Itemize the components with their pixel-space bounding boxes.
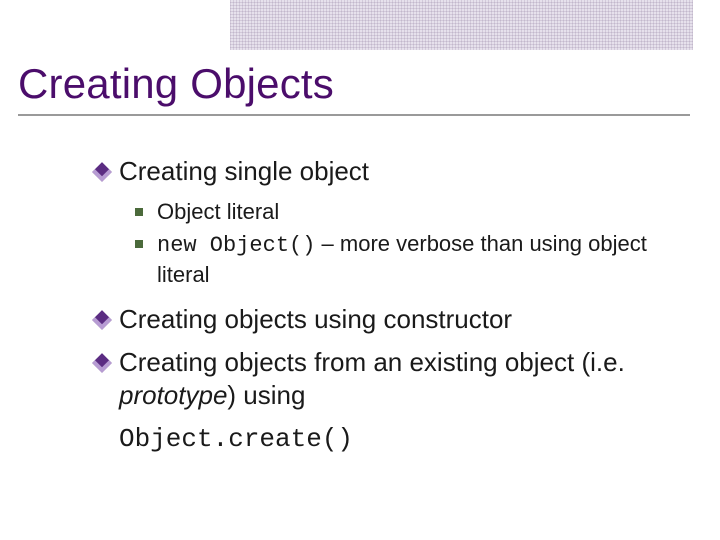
bullet-3-italic: prototype [119,380,227,410]
bullet-1: Creating single object [95,155,690,188]
sub-bullet-2: new Object() – more verbose than using o… [135,230,690,288]
title-underline [18,114,690,116]
bullet-3-text-a: Creating objects from an existing object… [119,347,625,377]
diamond-icon [92,353,112,373]
slide-title: Creating Objects [18,62,690,106]
bullet-1-text: Creating single object [119,156,369,186]
diamond-icon [92,310,112,330]
title-region: Creating Objects [18,62,690,116]
slide: Creating Objects Creating single object … [0,0,720,540]
bullet-3-text-b: ) using [227,380,305,410]
square-icon [135,240,143,248]
square-icon [135,208,143,216]
bullet-2: Creating objects using constructor [95,303,690,336]
decorative-strip [230,0,693,50]
sub-bullet-1-text: Object literal [157,199,279,224]
sub-bullet-1: Object literal [135,198,690,226]
diamond-icon [92,162,112,182]
bullet-3-code: Object.create() [119,423,690,456]
bullet-2-text: Creating objects using constructor [119,304,512,334]
slide-body: Creating single object Object literal ne… [95,155,690,456]
bullet-1-sublist: Object literal new Object() – more verbo… [135,198,690,288]
bullet-3: Creating objects from an existing object… [95,346,690,413]
sub-bullet-2-code: new Object() [157,233,315,258]
